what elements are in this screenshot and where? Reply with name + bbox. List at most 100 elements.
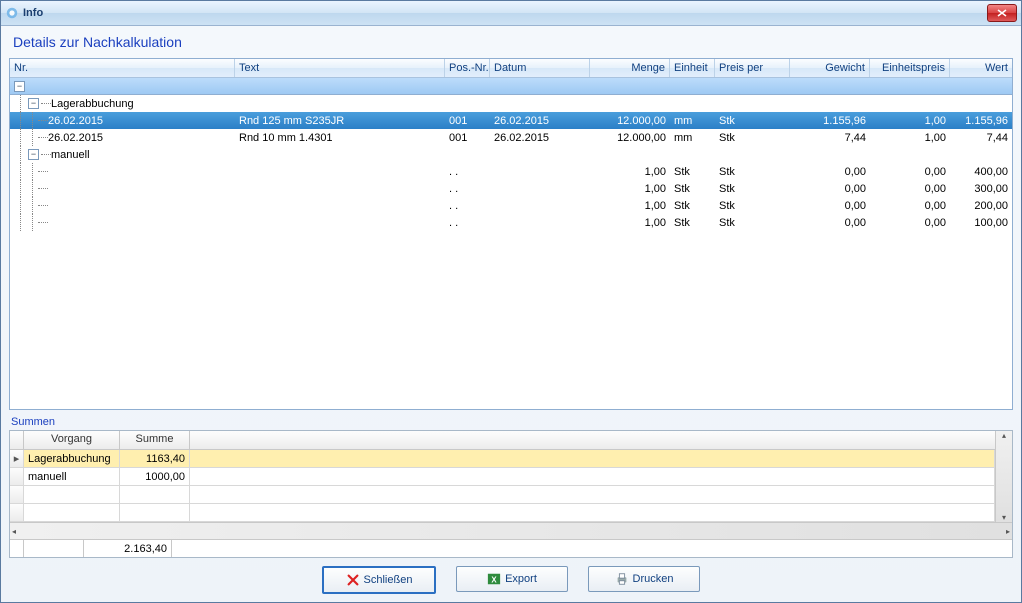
summen-scroll-vertical[interactable]: ▴▾ [995, 431, 1012, 522]
summen-col-handle [10, 431, 24, 449]
summen-row-empty [10, 504, 995, 522]
cell-pos: 001 [445, 132, 490, 144]
cell-einheit: Stk [670, 183, 715, 195]
close-icon [997, 9, 1007, 17]
summen-col-fill [190, 431, 995, 449]
cell-preisper: Stk [715, 217, 790, 229]
cell-wert: 1.155,96 [950, 115, 1012, 127]
col-preisper[interactable]: Preis per [715, 59, 790, 77]
row-indicator-icon [10, 468, 24, 485]
cell-menge: 1,00 [590, 217, 670, 229]
table-row[interactable]: . . 1,00 Stk Stk 0,00 0,00 100,00 [10, 214, 1012, 231]
content-area: Details zur Nachkalkulation Nr. Text Pos… [1, 26, 1021, 602]
close-x-icon [346, 573, 360, 587]
print-button[interactable]: Drucken [588, 566, 700, 592]
cell-ep: 1,00 [870, 132, 950, 144]
cell-wert: 200,00 [950, 200, 1012, 212]
cell-text: Rnd 125 mm S235JR [235, 115, 445, 127]
window-title: Info [23, 7, 43, 19]
summen-grid: Vorgang Summe ▸ Lagerabbuchung 1163,40 m… [9, 430, 1013, 558]
summen-summe: 1163,40 [120, 450, 190, 467]
cell-preisper: Stk [715, 200, 790, 212]
summen-row-empty [10, 486, 995, 504]
cell-text: Rnd 10 mm 1.4301 [235, 132, 445, 144]
grid-body[interactable]: − Lagerabbuchung 26.02.2015 Rnd 125 mm S… [10, 95, 1012, 409]
table-row[interactable]: . . 1,00 Stk Stk 0,00 0,00 300,00 [10, 180, 1012, 197]
app-icon [5, 6, 19, 20]
col-wert[interactable]: Wert [950, 59, 1012, 77]
cell-ep: 0,00 [870, 166, 950, 178]
cell-pos: . . [445, 200, 490, 212]
col-einheit[interactable]: Einheit [670, 59, 715, 77]
cell-einheit: mm [670, 115, 715, 127]
grid-root-band[interactable]: − [10, 78, 1012, 95]
print-button-label: Drucken [633, 573, 674, 585]
col-menge[interactable]: Menge [590, 59, 670, 77]
table-row[interactable]: . . 1,00 Stk Stk 0,00 0,00 400,00 [10, 163, 1012, 180]
cell-einheit: mm [670, 132, 715, 144]
window-close-button[interactable] [987, 4, 1017, 22]
scroll-left-icon[interactable]: ◂ [12, 527, 16, 536]
cell-pos: . . [445, 217, 490, 229]
cell-menge: 12.000,00 [590, 115, 670, 127]
close-button[interactable]: Schließen [322, 566, 436, 594]
cell-preisper: Stk [715, 132, 790, 144]
titlebar[interactable]: Info [1, 1, 1021, 26]
cell-menge: 12.000,00 [590, 132, 670, 144]
page-subtitle: Details zur Nachkalkulation [13, 34, 1013, 50]
col-nr[interactable]: Nr. [10, 59, 235, 77]
scroll-down-icon[interactable]: ▾ [1002, 513, 1006, 522]
cell-wert: 300,00 [950, 183, 1012, 195]
cell-preisper: Stk [715, 115, 790, 127]
cell-wert: 400,00 [950, 166, 1012, 178]
table-row[interactable]: 26.02.2015 Rnd 10 mm 1.4301 001 26.02.20… [10, 129, 1012, 146]
close-button-label: Schließen [364, 574, 413, 586]
export-button-label: Export [505, 573, 537, 585]
scroll-up-icon[interactable]: ▴ [1002, 431, 1006, 440]
cell-preisper: Stk [715, 166, 790, 178]
col-gewicht[interactable]: Gewicht [790, 59, 870, 77]
summen-row[interactable]: ▸ Lagerabbuchung 1163,40 [10, 450, 995, 468]
cell-ep: 0,00 [870, 183, 950, 195]
cell-ep: 0,00 [870, 200, 950, 212]
cell-wert: 100,00 [950, 217, 1012, 229]
tree-group-row[interactable]: − manuell [10, 146, 1012, 163]
col-datum[interactable]: Datum [490, 59, 590, 77]
col-ep[interactable]: Einheitspreis [870, 59, 950, 77]
summen-summe: 1000,00 [120, 468, 190, 485]
cell-ep: 1,00 [870, 115, 950, 127]
info-window: Info Details zur Nachkalkulation Nr. Tex… [0, 0, 1022, 603]
cell-menge: 1,00 [590, 183, 670, 195]
summen-row[interactable]: manuell 1000,00 [10, 468, 995, 486]
table-row[interactable]: . . 1,00 Stk Stk 0,00 0,00 200,00 [10, 197, 1012, 214]
svg-text:X: X [491, 576, 497, 585]
col-text[interactable]: Text [235, 59, 445, 77]
cell-einheit: Stk [670, 166, 715, 178]
summen-body[interactable]: ▸ Lagerabbuchung 1163,40 manuell 1000,00 [10, 450, 995, 522]
scroll-right-icon[interactable]: ▸ [1006, 527, 1010, 536]
summen-col-summe[interactable]: Summe [120, 431, 190, 449]
tree-group-row[interactable]: − Lagerabbuchung [10, 95, 1012, 112]
cell-pos: . . [445, 166, 490, 178]
summen-total-value: 2.163,40 [124, 543, 167, 555]
summen-col-vorgang[interactable]: Vorgang [24, 431, 120, 449]
grid-header-row: Nr. Text Pos.-Nr. Datum Menge Einheit Pr… [10, 59, 1012, 78]
summen-header: Vorgang Summe [10, 431, 995, 450]
cell-gewicht: 0,00 [790, 166, 870, 178]
export-button[interactable]: X Export [456, 566, 568, 592]
tree-collapse-icon[interactable]: − [28, 149, 39, 160]
cell-nr: 26.02.2015 [48, 132, 103, 144]
summen-vorgang: manuell [24, 468, 120, 485]
group-label: Lagerabbuchung [51, 98, 134, 110]
summen-scroll-horizontal[interactable]: ◂▸ [10, 522, 1012, 539]
cell-preisper: Stk [715, 183, 790, 195]
table-row[interactable]: 26.02.2015 Rnd 125 mm S235JR 001 26.02.2… [10, 112, 1012, 129]
collapse-all-icon[interactable]: − [14, 81, 25, 92]
cell-datum: 26.02.2015 [490, 132, 590, 144]
cell-datum: 26.02.2015 [490, 115, 590, 127]
tree-collapse-icon[interactable]: − [28, 98, 39, 109]
details-grid: Nr. Text Pos.-Nr. Datum Menge Einheit Pr… [9, 58, 1013, 410]
col-pos[interactable]: Pos.-Nr. [445, 59, 490, 77]
row-indicator-icon: ▸ [10, 450, 24, 467]
cell-menge: 1,00 [590, 166, 670, 178]
